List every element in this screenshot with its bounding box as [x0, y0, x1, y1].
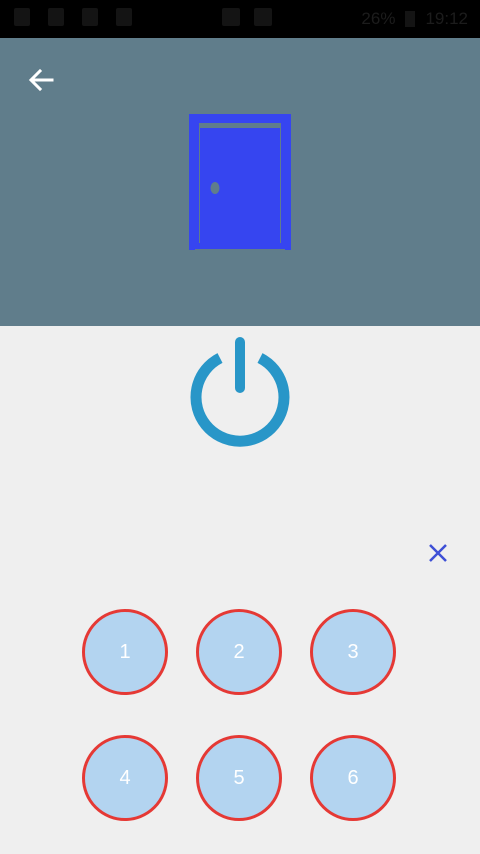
android-icon — [82, 8, 98, 26]
header — [0, 38, 480, 326]
system-icons — [222, 8, 272, 26]
vibrate-icon — [222, 8, 240, 26]
status-bar: 26% 19:12 — [0, 0, 480, 38]
arrow-left-icon — [28, 68, 54, 92]
key-6[interactable]: 6 — [310, 735, 396, 821]
close-icon — [429, 544, 447, 562]
door-icon — [189, 114, 291, 250]
key-4[interactable]: 4 — [82, 735, 168, 821]
clock: 19:12 — [425, 9, 468, 28]
back-button[interactable] — [22, 60, 62, 100]
notification-icons — [14, 8, 132, 26]
key-5[interactable]: 5 — [196, 735, 282, 821]
key-1[interactable]: 1 — [82, 609, 168, 695]
close-button[interactable] — [424, 539, 452, 567]
battery-icon — [405, 11, 416, 27]
sync-icon — [254, 8, 272, 26]
status-right: 26% 19:12 — [361, 9, 468, 29]
key-2[interactable]: 2 — [196, 609, 282, 695]
notification-icon — [14, 8, 30, 26]
battery-percent: 26% — [361, 9, 396, 28]
key-3[interactable]: 3 — [310, 609, 396, 695]
usb-icon — [48, 8, 64, 26]
power-icon[interactable] — [186, 336, 294, 448]
download-icon — [116, 8, 132, 26]
